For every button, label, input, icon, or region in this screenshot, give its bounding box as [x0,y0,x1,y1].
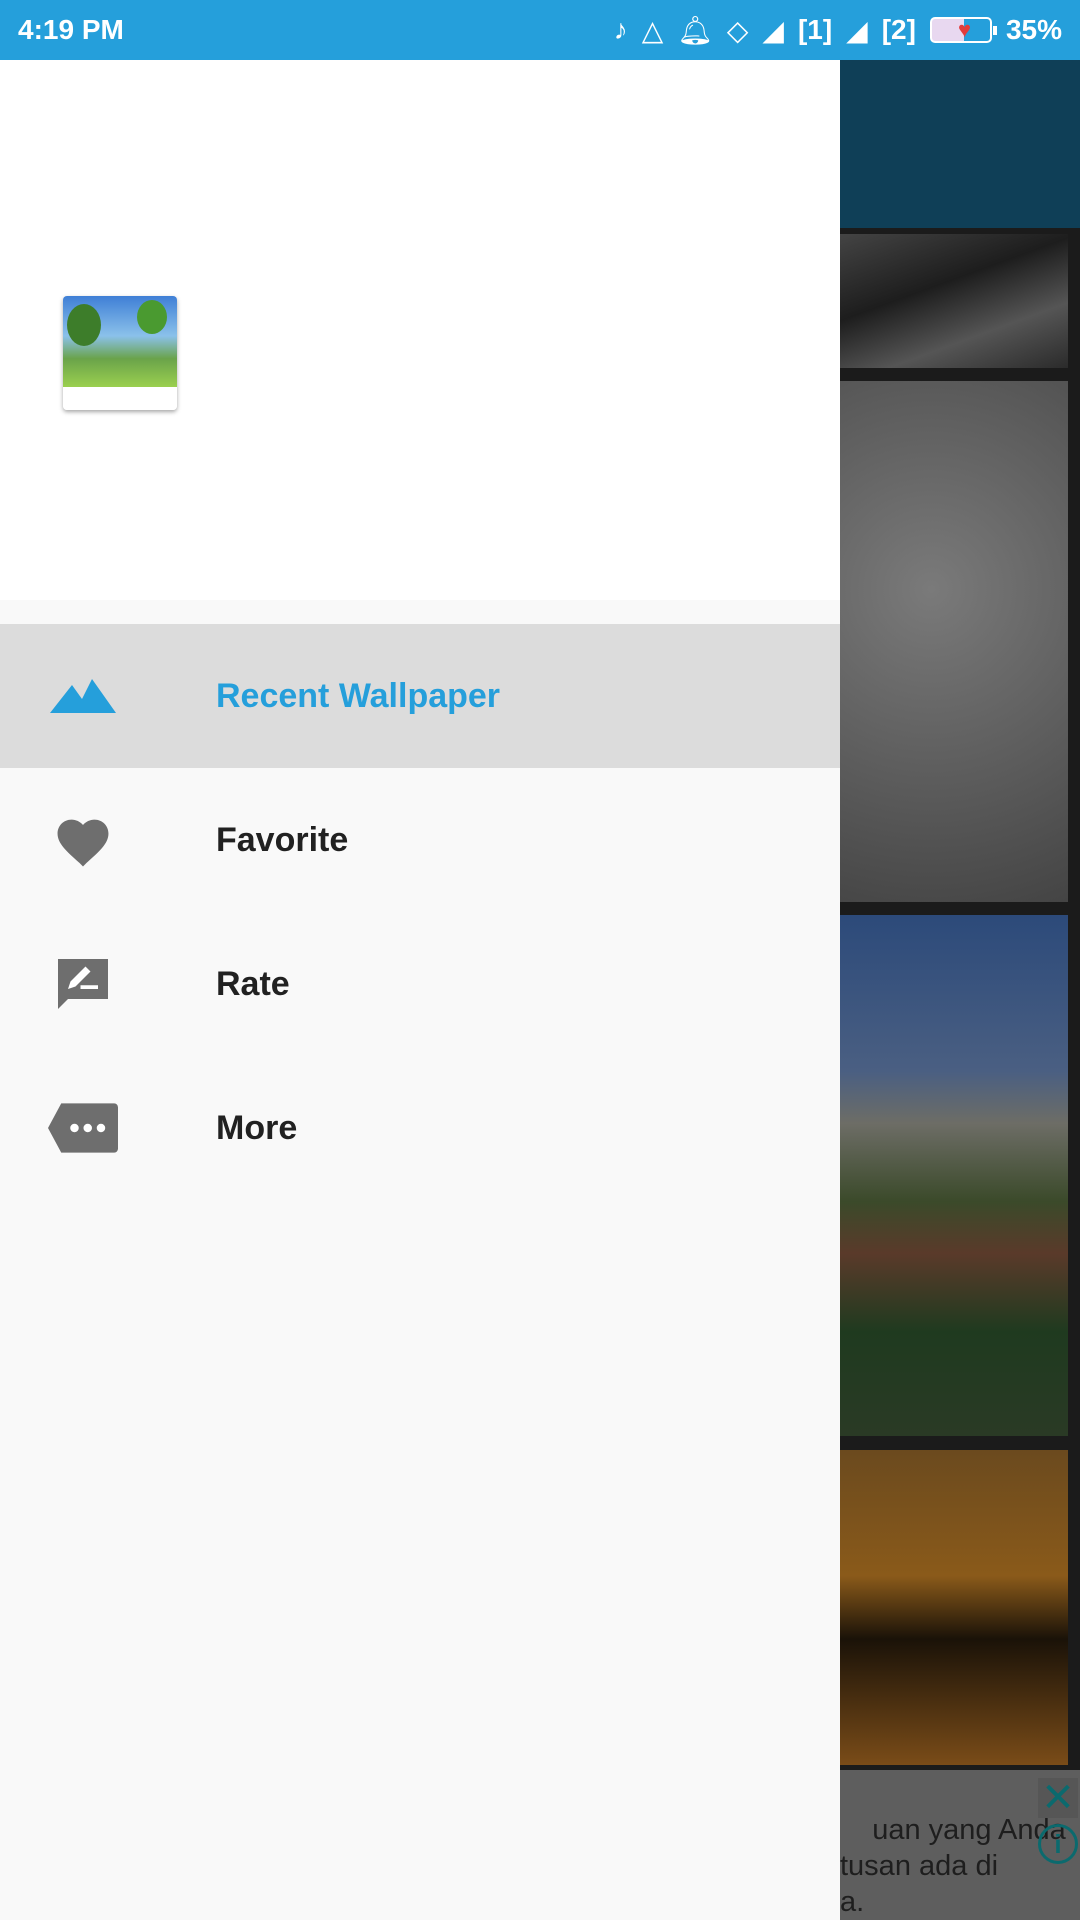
status-bar: 4:19 PM ♪ △ 🔔︎ ◇ ◢ [1] ◢ [2] ♥ 35% [0,0,1080,60]
navigation-drawer: Recent Wallpaper Favorite Rate More [0,60,840,1920]
sim1-label: [1] [797,14,833,45]
menu-item-rate[interactable]: Rate [0,912,840,1056]
menu-item-more[interactable]: More [0,1056,840,1200]
music-note-icon: ♪ [613,14,628,45]
menu-item-label: Recent Wallpaper [216,676,501,715]
signal-icon: ◢ [762,14,784,46]
app-logo [63,296,177,410]
paper-plane-icon: △ [641,14,664,46]
ad-banner[interactable]: uan yang Anda tusan ada di a. ✕ i [840,1770,1080,1920]
sim2-label: [2] [881,14,916,45]
battery-percent: 35% [1005,14,1062,45]
info-icon[interactable]: i [1038,1824,1078,1864]
ad-text: uan yang Anda tusan ada di a. [840,1814,1066,1918]
wallpaper-thumbnail[interactable] [840,234,1068,368]
menu-item-favorite[interactable]: Favorite [0,768,840,912]
rate-review-icon [48,954,118,1014]
bell-icon: 🔔︎ [677,14,713,46]
status-time: 4:19 PM [18,14,124,45]
drawer-header [0,60,840,600]
wifi-diamond-icon: ◇ [726,14,749,46]
wallpaper-thumbnail[interactable] [840,1450,1068,1765]
wallpaper-thumbnail[interactable] [840,915,1068,1436]
menu-item-label: Favorite [216,820,349,859]
close-icon[interactable]: ✕ [1038,1778,1078,1818]
landscape-icon [48,666,118,726]
heart-icon [48,810,118,870]
wallpaper-thumbnail[interactable] [840,381,1068,902]
drawer-menu: Recent Wallpaper Favorite Rate More [0,624,840,1200]
menu-item-label: More [216,1108,298,1147]
battery-icon: ♥ [929,17,997,43]
menu-item-recent-wallpaper[interactable]: Recent Wallpaper [0,624,840,768]
signal-icon: ◢ [846,14,868,46]
menu-item-label: Rate [216,964,290,1003]
more-tag-icon [48,1098,118,1158]
